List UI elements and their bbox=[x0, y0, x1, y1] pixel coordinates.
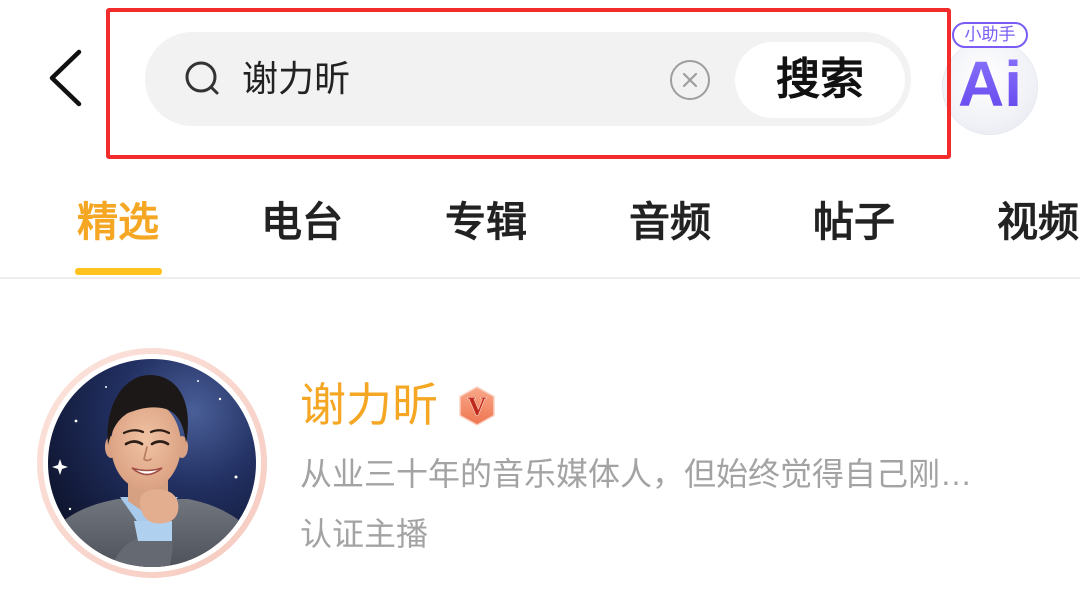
badge-letter: V bbox=[468, 392, 487, 421]
search-input[interactable] bbox=[242, 55, 652, 103]
tab-label: 视频 bbox=[997, 199, 1079, 245]
chevron-left-icon bbox=[49, 49, 82, 107]
search-button[interactable]: 搜索 bbox=[735, 42, 905, 118]
tab-radio[interactable]: 电台 bbox=[261, 196, 445, 278]
tab-featured[interactable]: 精选 bbox=[75, 196, 261, 278]
tab-label: 音频 bbox=[629, 199, 711, 245]
category-tabs: 精选 电台 专辑 音频 帖子 视频 bbox=[0, 196, 1080, 278]
avatar-ring bbox=[43, 354, 261, 572]
shirt-cuff bbox=[134, 521, 172, 541]
tab-videos[interactable]: 视频 bbox=[997, 196, 1080, 278]
clear-circle-icon bbox=[670, 60, 710, 100]
ai-logo: Ai bbox=[944, 52, 1036, 116]
avatar[interactable] bbox=[37, 348, 267, 578]
hand bbox=[140, 489, 179, 524]
anchor-tag: 认证主播 bbox=[300, 516, 429, 552]
search-result-anchor-card[interactable]: 谢力昕 V 从业三十年的音乐媒体人，但始终觉得自己刚… 认证主播 bbox=[0, 330, 1080, 600]
clear-search-button[interactable] bbox=[669, 59, 711, 101]
ai-assistant-button[interactable]: Ai 小助手 bbox=[940, 18, 1044, 134]
tab-posts[interactable]: 帖子 bbox=[813, 196, 997, 278]
verified-badge: V bbox=[456, 385, 498, 427]
anchor-description: 从业三十年的音乐媒体人，但始终觉得自己刚… bbox=[300, 456, 973, 492]
avatar-photo bbox=[48, 359, 256, 567]
tabs-divider bbox=[0, 277, 1080, 279]
tab-label: 电台 bbox=[261, 199, 343, 245]
verified-v-icon: V bbox=[459, 386, 495, 426]
tab-label: 专辑 bbox=[445, 199, 527, 245]
search-bar: 搜索 bbox=[145, 32, 911, 126]
back-button[interactable] bbox=[44, 44, 88, 112]
assistant-badge: 小助手 bbox=[952, 22, 1028, 48]
avatar-photo-frame bbox=[48, 359, 256, 567]
tab-label: 帖子 bbox=[813, 199, 895, 245]
tab-audio[interactable]: 音频 bbox=[629, 196, 813, 278]
tab-albums[interactable]: 专辑 bbox=[445, 196, 629, 278]
anchor-name: 谢力昕 bbox=[300, 379, 438, 431]
active-tab-indicator bbox=[75, 268, 162, 275]
tab-label: 精选 bbox=[77, 199, 159, 245]
search-icon bbox=[185, 61, 219, 95]
